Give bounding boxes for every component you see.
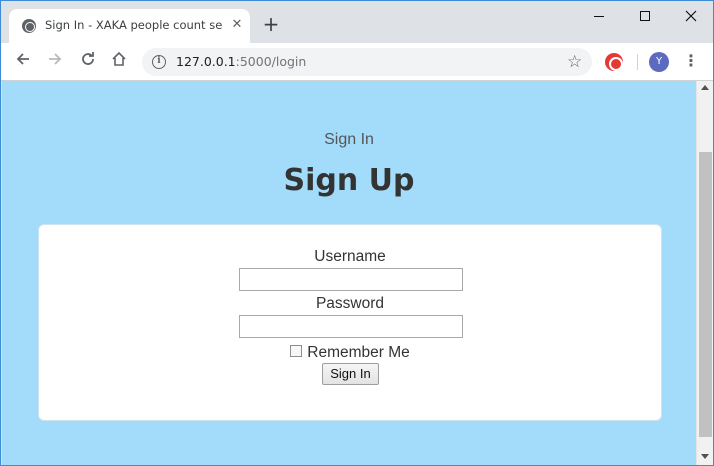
url-text[interactable]: 127.0.0.1:5000/login: [176, 54, 306, 69]
remember-me-label[interactable]: Remember Me: [307, 344, 410, 362]
minimize-icon: [594, 15, 604, 17]
scroll-up-icon[interactable]: [701, 85, 709, 90]
remember-me-row: Remember Me: [39, 342, 661, 362]
browser-toolbar: i 127.0.0.1:5000/login ☆ Y ⋮: [1, 43, 713, 81]
page-subtitle: Sign In: [324, 131, 374, 148]
url-host: 127.0.0.1: [176, 54, 236, 69]
tab-title: Sign In - XAKA people count sen: [45, 18, 223, 32]
tab-active[interactable]: Sign In - XAKA people count sen ✕: [9, 9, 250, 43]
globe-icon: [22, 19, 36, 33]
home-button[interactable]: [108, 51, 130, 73]
scrollbar-thumb[interactable]: [699, 152, 712, 437]
window-close-button[interactable]: [668, 5, 714, 29]
new-tab-button[interactable]: +: [261, 14, 281, 35]
forward-button[interactable]: [44, 51, 66, 73]
sign-in-button[interactable]: Sign In: [322, 363, 379, 385]
vertical-scrollbar[interactable]: [696, 81, 713, 465]
reload-icon: [82, 52, 94, 65]
back-button[interactable]: [12, 51, 34, 73]
close-icon: [685, 10, 697, 22]
star-icon[interactable]: ☆: [567, 51, 582, 73]
kebab-menu-icon[interactable]: ⋮: [683, 52, 699, 72]
arrow-right-icon: [49, 53, 62, 65]
page-title: Sign Up: [283, 163, 415, 198]
page-viewport: Sign In Sign Up Username Password Rememb…: [2, 81, 696, 465]
maximize-button[interactable]: [622, 5, 668, 29]
reload-button[interactable]: [77, 51, 99, 73]
url-path: :5000/login: [235, 54, 307, 69]
maximize-icon: [640, 11, 650, 21]
scroll-down-icon[interactable]: [701, 454, 709, 459]
toolbar-divider: [637, 54, 638, 70]
remember-me-checkbox[interactable]: [290, 344, 303, 357]
close-icon[interactable]: ✕: [230, 18, 244, 32]
password-label: Password: [315, 295, 385, 312]
browser-window: Sign In - XAKA people count sen ✕ + i 12…: [0, 0, 714, 466]
username-input[interactable]: [239, 268, 463, 291]
home-icon: [112, 51, 126, 66]
info-icon[interactable]: i: [152, 55, 166, 69]
avatar[interactable]: Y: [649, 52, 669, 72]
tab-strip: Sign In - XAKA people count sen ✕ +: [1, 1, 713, 43]
username-label: Username: [314, 248, 386, 265]
login-card: Username Password Remember Me Sign In: [38, 224, 662, 421]
minimize-button[interactable]: [576, 5, 622, 29]
extension-icon[interactable]: [605, 53, 623, 71]
arrow-left-icon: [16, 53, 29, 65]
address-bar[interactable]: i 127.0.0.1:5000/login ☆: [142, 48, 592, 76]
password-input[interactable]: [239, 315, 463, 338]
